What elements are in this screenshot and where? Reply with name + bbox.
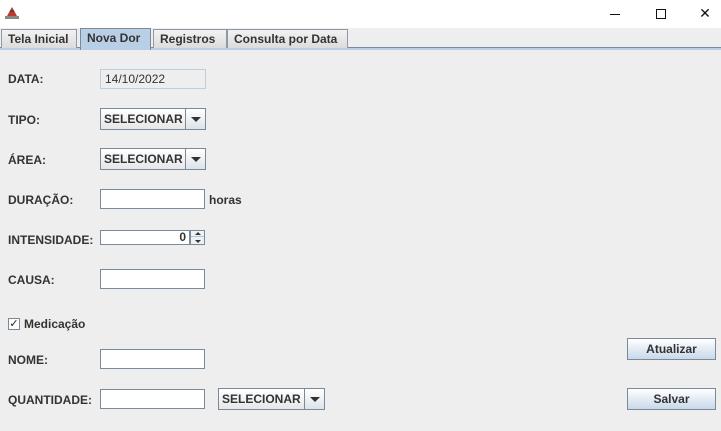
tab-registros[interactable]: Registros — [153, 29, 227, 48]
salvar-button[interactable]: Salvar — [627, 388, 716, 410]
close-button[interactable]: ✕ — [682, 0, 721, 28]
duracao-label: DURAÇÃO: — [8, 193, 74, 207]
spinner-down-icon[interactable] — [191, 238, 204, 244]
minimize-button[interactable] — [592, 0, 638, 28]
tipo-label: TIPO: — [8, 113, 40, 127]
chevron-down-icon[interactable] — [185, 109, 205, 129]
data-field: 14/10/2022 — [100, 69, 206, 89]
medicacao-checkbox[interactable]: ✓ — [8, 318, 20, 330]
nome-input[interactable] — [100, 349, 205, 369]
intensidade-spinner-buttons[interactable] — [190, 230, 205, 245]
java-app-icon — [5, 7, 19, 19]
area-select-value: SELECIONAR — [104, 152, 183, 166]
chevron-down-icon[interactable] — [304, 389, 324, 409]
atualizar-button[interactable]: Atualizar — [627, 338, 716, 360]
chevron-down-icon[interactable] — [185, 149, 205, 169]
spinner-up-icon[interactable] — [191, 231, 204, 237]
tipo-select[interactable]: SELECIONAR — [100, 108, 206, 130]
tab-nova-dor[interactable]: Nova Dor — [80, 28, 151, 50]
area-select[interactable]: SELECIONAR — [100, 148, 206, 170]
minimize-icon — [610, 13, 620, 15]
quantidade-unit-value: SELECIONAR — [222, 392, 301, 406]
maximize-button[interactable] — [638, 0, 684, 28]
intensidade-label: INTENSIDADE: — [8, 233, 94, 247]
title-bar: ✕ — [0, 0, 721, 28]
causa-label: CAUSA: — [8, 273, 55, 287]
close-icon: ✕ — [699, 6, 711, 22]
tipo-select-value: SELECIONAR — [104, 112, 183, 126]
data-label: DATA: — [8, 72, 44, 86]
quantidade-unit-select[interactable]: SELECIONAR — [218, 388, 325, 410]
checkmark-icon: ✓ — [9, 317, 19, 330]
tab-tela-inicial[interactable]: Tela Inicial — [1, 29, 77, 48]
duracao-input[interactable] — [100, 189, 205, 209]
tab-consulta-por-data[interactable]: Consulta por Data — [227, 29, 348, 48]
nome-label: NOME: — [8, 353, 48, 367]
intensidade-spinner[interactable]: 0 — [100, 230, 190, 245]
duracao-unit: horas — [209, 193, 242, 207]
area-label: ÁREA: — [8, 153, 46, 167]
quantidade-input[interactable] — [100, 389, 205, 409]
causa-input[interactable] — [100, 269, 205, 289]
maximize-icon — [656, 9, 666, 19]
medicacao-label[interactable]: Medicação — [24, 317, 85, 331]
quantidade-label: QUANTIDADE: — [8, 393, 92, 407]
